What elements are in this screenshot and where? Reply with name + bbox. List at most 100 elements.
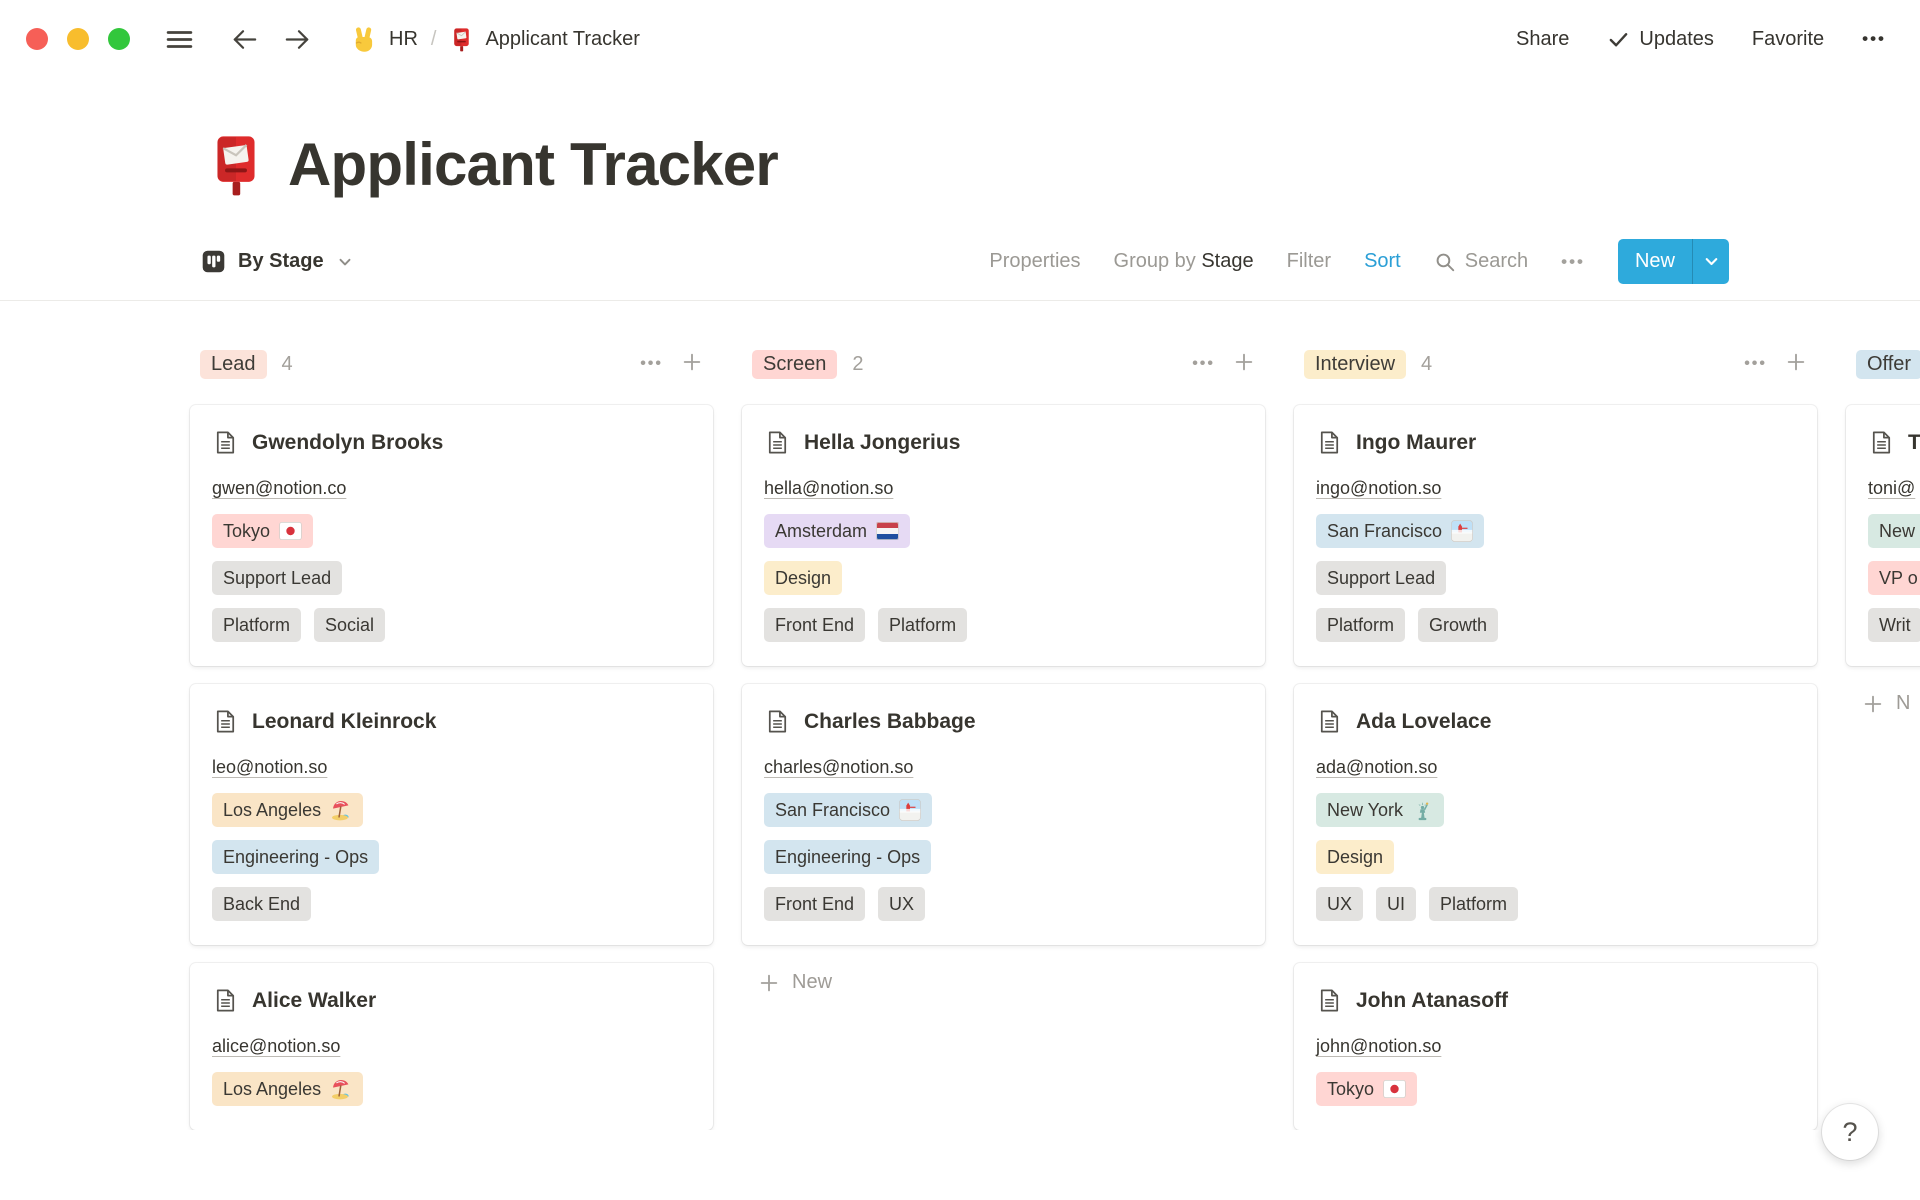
beach-icon <box>330 799 352 821</box>
group-by-button[interactable]: Group by Stage <box>1114 250 1254 273</box>
card-title-row: John Atanasoff <box>1316 985 1795 1016</box>
column-add-button[interactable] <box>1233 351 1255 378</box>
card-email-link[interactable]: hella@notion.so <box>764 475 893 501</box>
help-button[interactable]: ? <box>1822 1104 1878 1160</box>
applicant-card-t[interactable]: Ttoni@ New VP o Writ <box>1846 405 1920 666</box>
group-by-prefix: Group by <box>1114 250 1202 272</box>
chevron-down-icon <box>1703 253 1720 270</box>
column-add-button[interactable] <box>1785 351 1807 378</box>
tag-label: Design <box>1327 844 1383 870</box>
topbar-more-button[interactable]: ••• <box>1862 29 1886 49</box>
card-list: Ttoni@ New VP o Writ <box>1846 405 1920 666</box>
column-more-button[interactable]: ••• <box>1744 355 1767 373</box>
add-card-button[interactable]: New <box>742 971 1265 994</box>
card-title-row: Ada Lovelace <box>1316 706 1795 737</box>
tag-amsterdam: Amsterdam <box>764 514 910 548</box>
page-title[interactable]: Applicant Tracker <box>288 130 778 199</box>
tag-growth: Growth <box>1418 608 1498 642</box>
card-list: Ingo Maureringo@notion.soSan FranciscoSu… <box>1294 405 1817 1130</box>
tag-los-angeles: Los Angeles <box>212 793 363 827</box>
add-card-button[interactable]: N <box>1846 692 1920 715</box>
flag-japan-icon <box>279 522 302 540</box>
share-button[interactable]: Share <box>1516 28 1569 51</box>
applicant-card-gwendolyn-brooks[interactable]: Gwendolyn Brooks gwen@notion.co Tokyo Suppo… <box>190 405 713 666</box>
tag-label: UX <box>1327 891 1352 917</box>
tag-new: New <box>1868 514 1920 548</box>
favorite-button[interactable]: Favorite <box>1752 28 1824 51</box>
applicant-card-alice-walker[interactable]: Alice Walkeralice@notion.soLos Angeles <box>190 963 713 1130</box>
card-email-link[interactable]: alice@notion.so <box>212 1033 340 1059</box>
tag-tokyo: Tokyo <box>212 514 313 548</box>
card-email-link[interactable]: charles@notion.so <box>764 754 913 780</box>
applicant-card-charles-babbage[interactable]: Charles Babbage charles@notion.so San Fran… <box>742 684 1265 945</box>
expand-button[interactable] <box>108 28 130 50</box>
view-name: By Stage <box>238 250 324 273</box>
applicant-card-ada-lovelace[interactable]: Ada Lovelaceada@notion.soNew YorkDesignU… <box>1294 684 1817 945</box>
search-button[interactable]: Search <box>1434 250 1528 273</box>
board-column-screen: Screen2•••Hella Jongeriushella@notion.so… <box>742 347 1265 1130</box>
toolbar-more-button[interactable]: ••• <box>1561 252 1585 272</box>
card-title: T <box>1908 427 1920 458</box>
card-title: Leonard Kleinrock <box>252 706 436 737</box>
filter-button[interactable]: Filter <box>1287 250 1331 273</box>
tag-row: PlatformSocial <box>212 608 691 642</box>
card-title-row: Hella Jongerius <box>764 427 1243 458</box>
tag-san-francisco: San Francisco <box>764 793 932 827</box>
page-icon <box>212 429 239 456</box>
card-title: Gwendolyn Brooks <box>252 427 443 458</box>
tag-label: San Francisco <box>775 797 890 823</box>
column-more-button[interactable]: ••• <box>640 355 663 373</box>
view-switcher[interactable]: By Stage <box>200 248 353 275</box>
card-email-link[interactable]: ada@notion.so <box>1316 754 1437 780</box>
card-title: Alice Walker <box>252 985 376 1016</box>
tag-label: Engineering - Ops <box>223 844 368 870</box>
properties-button[interactable]: Properties <box>989 250 1080 273</box>
card-title: Ingo Maurer <box>1356 427 1476 458</box>
new-button-label[interactable]: New <box>1618 239 1692 284</box>
minimize-button[interactable] <box>67 28 89 50</box>
applicant-card-hella-jongerius[interactable]: Hella Jongeriushella@notion.soAmsterdamD… <box>742 405 1265 666</box>
updates-button[interactable]: Updates <box>1607 28 1714 51</box>
card-email-link[interactable]: ingo@notion.so <box>1316 475 1441 501</box>
applicant-card-john-atanasoff[interactable]: John Atanasoffjohn@notion.soTokyo <box>1294 963 1817 1130</box>
card-email-link[interactable]: leo@notion.so <box>212 754 327 780</box>
column-add-button[interactable] <box>681 351 703 378</box>
column-more-button[interactable]: ••• <box>1192 355 1215 373</box>
back-arrow-icon[interactable] <box>229 24 260 55</box>
card-title: Charles Babbage <box>804 706 976 737</box>
card-title-row: Alice Walker <box>212 985 691 1016</box>
tag-writ: Writ <box>1868 608 1920 642</box>
tag-label: Engineering - Ops <box>775 844 920 870</box>
column-header: Lead4••• <box>190 347 713 381</box>
tag-support-lead: Support Lead <box>212 561 342 595</box>
card-email-link[interactable]: toni@ <box>1868 475 1915 501</box>
victory-hand-icon <box>349 25 378 54</box>
forward-arrow-icon[interactable] <box>282 24 313 55</box>
card-email-link[interactable]: john@notion.so <box>1316 1033 1441 1059</box>
tag-platform: Platform <box>1429 887 1518 921</box>
applicant-card-leonard-kleinrock[interactable]: Leonard Kleinrock leo@notion.so Los Angele… <box>190 684 713 945</box>
column-header: Interview4••• <box>1294 347 1817 381</box>
tag-row: New <box>1868 514 1920 548</box>
statue-of-liberty-icon <box>1412 800 1433 821</box>
breadcrumb-workspace[interactable]: HR <box>389 28 418 51</box>
page-icon <box>212 708 239 735</box>
tag-platform: Platform <box>212 608 301 642</box>
applicant-card-ingo-maurer[interactable]: Ingo Maureringo@notion.soSan FranciscoSu… <box>1294 405 1817 666</box>
tag-label: VP o <box>1879 565 1918 591</box>
tag-label: Back End <box>223 891 300 917</box>
breadcrumb-page[interactable]: Applicant Tracker <box>485 28 640 51</box>
new-button-chevron[interactable] <box>1693 239 1729 284</box>
tag-san-francisco: San Francisco <box>1316 514 1484 548</box>
card-email-link[interactable]: gwen@notion.co <box>212 475 346 501</box>
page-postbox-icon[interactable] <box>204 133 268 197</box>
beach-icon <box>330 1078 352 1100</box>
card-list: Gwendolyn Brooks gwen@notion.co Tokyo Suppo… <box>190 405 713 1130</box>
card-title: Hella Jongerius <box>804 427 960 458</box>
page-icon <box>1316 708 1343 735</box>
close-button[interactable] <box>26 28 48 50</box>
sort-button[interactable]: Sort <box>1364 250 1401 273</box>
sidebar-menu-icon[interactable] <box>164 24 195 55</box>
tag-label: Platform <box>1327 612 1394 638</box>
new-button[interactable]: New <box>1618 239 1729 284</box>
